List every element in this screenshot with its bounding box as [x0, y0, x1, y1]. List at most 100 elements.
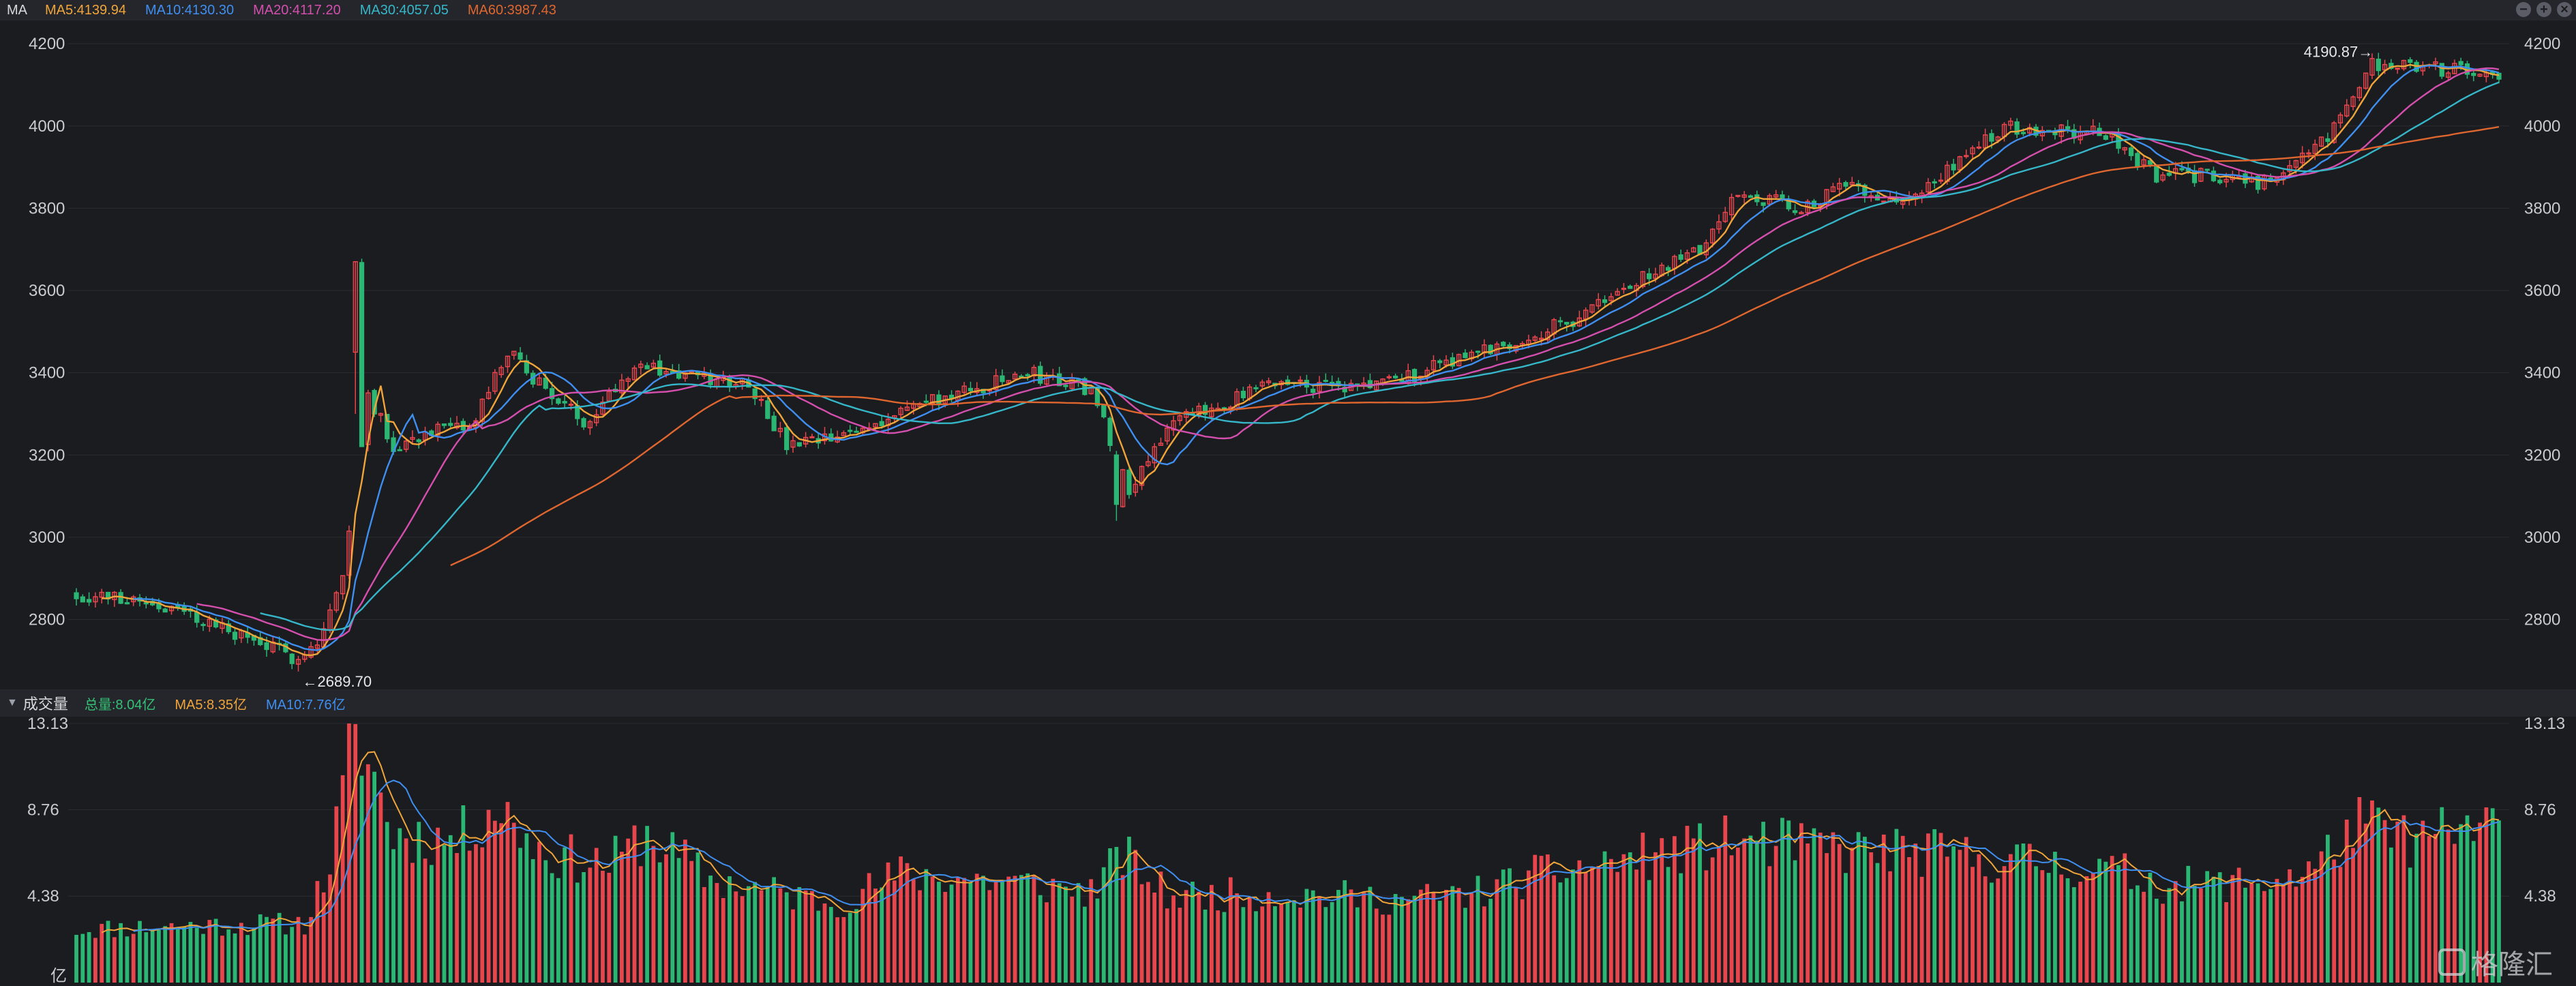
candle-body — [2458, 61, 2463, 65]
volume-bar — [816, 910, 821, 983]
price-gridlines — [68, 43, 2509, 620]
candle-body — [1964, 155, 1969, 158]
volume-bar — [2180, 901, 2184, 983]
candle-body — [1976, 146, 1981, 149]
volume-bar — [1355, 907, 1360, 983]
volume-bar — [747, 886, 751, 983]
candle-body — [200, 624, 206, 627]
candle-body — [1025, 374, 1030, 376]
volume-bar — [1527, 870, 1531, 983]
candle-body — [80, 596, 85, 603]
volume-bar — [1660, 838, 1664, 983]
volume-title: 成交量 — [23, 696, 68, 713]
minimize-icon[interactable]: − — [2516, 2, 2531, 17]
chart-controls: − + × — [2516, 2, 2572, 17]
volume-bar — [2205, 871, 2210, 983]
volume-bar — [226, 929, 231, 983]
volume-bar — [1552, 875, 1557, 983]
volume-bar — [620, 852, 624, 983]
candle-body — [784, 427, 790, 451]
volume-bar — [2046, 873, 2051, 983]
volume-bar — [638, 866, 643, 983]
volume-bar — [1222, 912, 1227, 983]
volume-bar — [1977, 854, 1981, 983]
volume-bar — [968, 882, 973, 983]
volume-bar — [1881, 834, 1886, 983]
candle-body — [1000, 375, 1005, 383]
volume-bar — [1158, 871, 1163, 983]
indicator-label[interactable]: MA — [7, 3, 27, 18]
volume-bar — [651, 846, 656, 983]
candle-body — [74, 592, 79, 599]
volume-bar — [1216, 910, 1220, 983]
volume-bar — [2370, 800, 2374, 983]
chevron-down-icon[interactable]: ▼ — [7, 697, 18, 709]
candle-body — [562, 401, 567, 404]
volume-bar — [1888, 871, 1892, 983]
volume-bar — [2275, 878, 2279, 983]
volume-bar — [2288, 869, 2292, 983]
candle-body — [2103, 135, 2108, 140]
volume-bar — [1064, 886, 1068, 983]
candle-body — [1386, 376, 1392, 378]
candle-body — [809, 436, 815, 438]
vol-tick-label-left: 4.38 — [27, 887, 59, 906]
volume-bar — [417, 822, 421, 983]
y-tick-label-right: 2800 — [2524, 611, 2560, 629]
volume-bar — [1406, 899, 1411, 983]
volume-chart[interactable]: 13.13 13.13 8.76 8.76 4.38 4.38 亿 — [0, 717, 2576, 986]
volume-bar — [309, 916, 314, 983]
volume-bar — [112, 937, 117, 983]
volume-bar — [1558, 882, 1563, 983]
candle-body — [1101, 404, 1107, 418]
volume-bar — [1602, 851, 1607, 983]
candle-body — [1647, 273, 1652, 280]
candle-body — [448, 423, 453, 426]
volume-bar — [486, 809, 491, 983]
volume-bar — [2414, 833, 2418, 983]
volume-bar — [1723, 815, 1728, 983]
volume-bar — [188, 922, 193, 983]
volume-bar — [2123, 853, 2127, 983]
volume-bar — [1666, 867, 1671, 983]
candle-body — [2471, 72, 2476, 76]
volume-bar — [1729, 855, 1734, 983]
volume-bar — [511, 822, 516, 983]
volume-bar — [391, 849, 395, 983]
volume-bar — [1641, 833, 1645, 983]
candle-body — [796, 442, 802, 447]
volume-bar — [1241, 907, 1246, 983]
volume-bar — [1437, 900, 1442, 983]
ma30-value: MA30:4057.05 — [359, 2, 449, 18]
volume-bar — [835, 917, 840, 983]
volume-bar — [1615, 871, 1620, 983]
volume-bar — [582, 871, 586, 983]
volume-bar — [1932, 829, 1937, 983]
volume-bar — [2230, 875, 2235, 983]
volume-bar — [1171, 895, 1175, 983]
close-icon[interactable]: × — [2557, 2, 2572, 17]
volume-bar — [1279, 904, 1284, 983]
candle-body — [1240, 391, 1246, 398]
volume-bar — [1089, 879, 1094, 983]
volume-bar — [1704, 870, 1709, 983]
volume-bar — [1210, 884, 1214, 983]
y-tick-label-right: 3400 — [2524, 364, 2560, 383]
volume-bar — [778, 888, 783, 983]
volume-bar — [365, 764, 370, 983]
volume-bar — [1070, 896, 1075, 983]
volume-bar — [1038, 895, 1043, 983]
candle-body — [968, 387, 974, 391]
volume-bar — [1330, 902, 1334, 983]
volume-bar — [1514, 886, 1518, 983]
zoom-in-icon[interactable]: + — [2536, 2, 2551, 17]
candle-body — [2325, 138, 2331, 143]
volume-bar — [518, 848, 522, 983]
vol-tick-label-right: 13.13 — [2524, 717, 2565, 733]
price-chart[interactable]: 4200 4200 4000 4000 3800 3800 3600 3600 3400 3400… — [0, 20, 2576, 689]
volume-panel-toggle[interactable]: ▼ 成交量 — [0, 692, 68, 714]
volume-bar — [1825, 853, 1829, 983]
volume-bar — [1634, 869, 1638, 983]
volume-bar — [2401, 815, 2406, 983]
candle-body — [1678, 254, 1683, 260]
